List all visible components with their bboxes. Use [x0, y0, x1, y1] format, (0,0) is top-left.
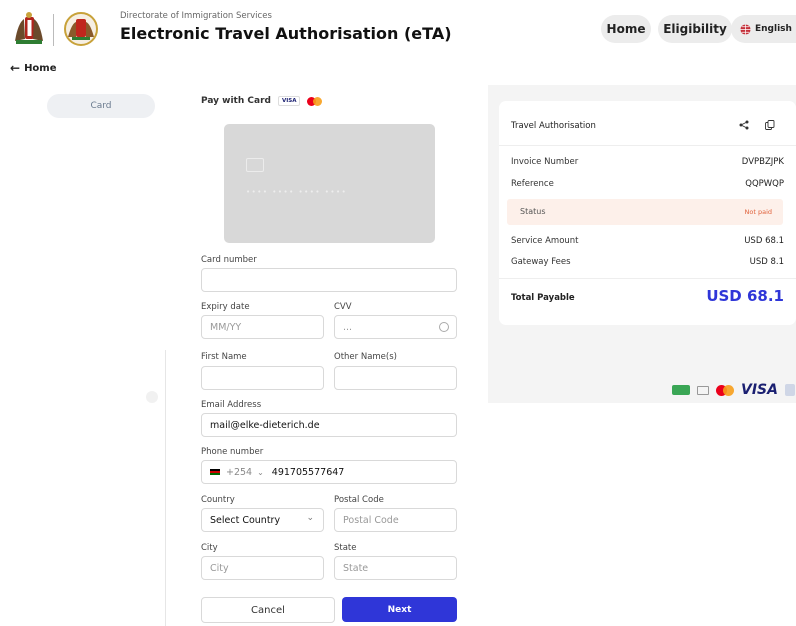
- city-label: City: [201, 543, 218, 553]
- expiry-input[interactable]: MM/YY: [201, 315, 324, 339]
- card-number-input[interactable]: [201, 268, 457, 292]
- chevron-down-icon[interactable]: ⌄: [257, 468, 264, 477]
- arrow-left-icon: ←: [10, 61, 21, 75]
- dial-code[interactable]: +254: [226, 467, 252, 478]
- header: Directorate of Immigration Services Elec…: [0, 0, 796, 64]
- email-input[interactable]: mail@elke-dieterich.de: [201, 413, 457, 437]
- cvv-placeholder: ...: [343, 321, 353, 333]
- summary-title: Travel Authorisation: [511, 121, 596, 131]
- first-name-label: First Name: [201, 352, 247, 362]
- city-placeholder: City: [210, 562, 229, 574]
- cancel-button[interactable]: Cancel: [201, 597, 335, 623]
- gateway-fees-label: Gateway Fees: [511, 257, 571, 267]
- card-chip-icon: [246, 158, 264, 172]
- summary-divider: [499, 278, 796, 279]
- copy-icon[interactable]: [765, 120, 775, 130]
- payment-logos: VISA: [672, 381, 795, 399]
- postal-code-label: Postal Code: [334, 495, 384, 505]
- share-icon[interactable]: [739, 120, 749, 130]
- other-names-input[interactable]: [334, 366, 457, 390]
- invoice-number-value: DVPBZJPK: [741, 157, 784, 167]
- invoice-number-label: Invoice Number: [511, 157, 579, 167]
- pay-with-card-heading: Pay with Card VISA: [201, 96, 323, 106]
- pay-with-card-label: Pay with Card: [201, 96, 271, 106]
- page: Directorate of Immigration Services Elec…: [0, 0, 796, 626]
- state-input[interactable]: State: [334, 556, 457, 580]
- tab-card[interactable]: Card: [47, 94, 155, 118]
- other-names-label: Other Name(s): [334, 352, 397, 362]
- reference-label: Reference: [511, 179, 554, 189]
- summary-divider: [499, 145, 796, 146]
- info-icon[interactable]: [439, 322, 449, 332]
- state-label: State: [334, 543, 357, 553]
- column-divider: [165, 350, 166, 626]
- phone-label: Phone number: [201, 447, 264, 457]
- card-number-label: Card number: [201, 255, 257, 265]
- postal-code-input[interactable]: Postal Code: [334, 508, 457, 532]
- total-payable-value: USD 68.1: [706, 287, 784, 305]
- logo-separator: [53, 14, 54, 46]
- postal-code-placeholder: Postal Code: [343, 514, 399, 526]
- status-label: Status: [520, 207, 546, 216]
- header-subtitle: Directorate of Immigration Services: [120, 11, 272, 21]
- kenya-coat-of-arms-logo: [15, 12, 43, 44]
- globe-icon: [740, 23, 751, 35]
- language-label: English: [755, 24, 792, 34]
- language-selector[interactable]: English ⌄: [731, 15, 796, 43]
- state-placeholder: State: [343, 562, 369, 574]
- total-payable-label: Total Payable: [511, 293, 575, 303]
- chevron-down-icon: ⌄: [306, 513, 314, 523]
- page-title: Electronic Travel Authorisation (eTA): [120, 24, 452, 43]
- mastercard-logo-icon: [716, 384, 734, 396]
- card-preview: •••• •••• •••• ••••: [224, 124, 435, 243]
- gateway-fees-value: USD 8.1: [749, 257, 784, 267]
- reference-value: QQPWQP: [745, 179, 784, 189]
- status-badge: Not paid: [744, 208, 773, 216]
- cvv-label: CVV: [334, 302, 352, 312]
- expiry-label: Expiry date: [201, 302, 250, 312]
- decorative-dot: [146, 391, 158, 403]
- card-logo-icon: [697, 385, 709, 395]
- nav-eligibility-button[interactable]: Eligibility: [658, 15, 732, 43]
- nav-home-button[interactable]: Home: [601, 15, 651, 43]
- phone-number-value: 491705577647: [271, 466, 345, 478]
- country-select[interactable]: Select Country ⌄: [201, 508, 324, 532]
- country-selected-value: Select Country: [210, 514, 281, 526]
- visa-logo-icon: VISA: [277, 96, 301, 106]
- first-name-input[interactable]: [201, 366, 324, 390]
- bank-logo-icon: [784, 384, 795, 396]
- visa-logo-icon: VISA: [741, 382, 778, 398]
- back-link-label: Home: [24, 62, 57, 74]
- mpesa-logo-icon: [672, 385, 690, 395]
- service-amount-label: Service Amount: [511, 236, 579, 246]
- back-home-link[interactable]: ← Home: [10, 61, 57, 75]
- city-input[interactable]: City: [201, 556, 324, 580]
- mastercard-logo-icon: [307, 96, 323, 106]
- service-amount-value: USD 68.1: [744, 236, 784, 246]
- phone-input[interactable]: +254 ⌄ 491705577647: [201, 460, 457, 484]
- expiry-placeholder: MM/YY: [210, 321, 242, 333]
- cvv-input[interactable]: ...: [334, 315, 457, 339]
- card-number-preview: •••• •••• •••• ••••: [246, 188, 348, 196]
- next-button[interactable]: Next: [342, 597, 457, 622]
- kenya-flag-icon: [210, 469, 220, 475]
- country-label: Country: [201, 495, 235, 505]
- email-label: Email Address: [201, 400, 262, 410]
- immigration-logo: [64, 12, 98, 46]
